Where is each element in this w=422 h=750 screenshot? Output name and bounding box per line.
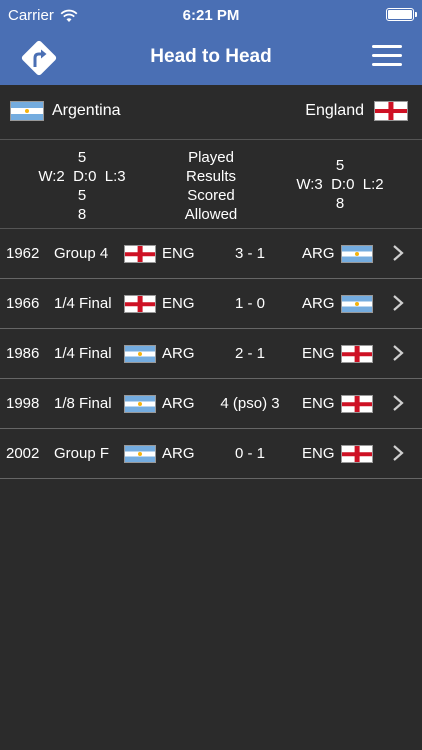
match-round: 1/8 Final bbox=[54, 395, 112, 412]
match-row[interactable]: 1966 1/4 Final ENG 1 - 0 ARG bbox=[0, 279, 422, 329]
stat-labels: Played Results Scored Allowed bbox=[150, 148, 272, 224]
team-right-name: England bbox=[305, 102, 364, 119]
label-allowed: Allowed bbox=[184, 206, 238, 223]
match-score: 4 (pso) 3 bbox=[220, 395, 280, 412]
match-row[interactable]: 1962 Group 4 ENG 3 - 1 ARG bbox=[0, 229, 422, 279]
home-team: ARG bbox=[162, 395, 195, 412]
battery-fill bbox=[388, 10, 412, 19]
argentina-flag-icon bbox=[10, 101, 44, 121]
match-round: Group 4 bbox=[54, 245, 109, 262]
match-year: 1966 bbox=[6, 295, 40, 312]
match-round: 1/4 Final bbox=[54, 295, 112, 312]
hamburger-menu-icon[interactable] bbox=[372, 45, 402, 69]
argentina-flag-icon bbox=[341, 245, 373, 263]
away-team: ENG bbox=[302, 345, 335, 362]
match-round: Group F bbox=[54, 445, 110, 462]
away-team: ARG bbox=[302, 245, 335, 262]
match-year: 1962 bbox=[6, 245, 40, 262]
away-team: ENG bbox=[302, 395, 335, 412]
home-team: ENG bbox=[162, 245, 195, 262]
chevron-right-icon bbox=[393, 345, 404, 361]
chevron-right-icon bbox=[393, 395, 404, 411]
left-results: W:2 D:0 L:3 bbox=[38, 168, 126, 185]
left-scored: 5 bbox=[77, 187, 87, 204]
match-year: 1998 bbox=[6, 395, 40, 412]
match-score: 3 - 1 bbox=[234, 245, 265, 262]
match-score: 2 - 1 bbox=[234, 345, 265, 362]
match-year: 1986 bbox=[6, 345, 40, 362]
england-flag-icon bbox=[341, 445, 373, 463]
match-score: 1 - 0 bbox=[234, 295, 265, 312]
label-scored: Scored bbox=[187, 187, 235, 204]
home-team: ARG bbox=[162, 345, 195, 362]
argentina-flag-icon bbox=[341, 295, 373, 313]
status-bar: Carrier 6:21 PM bbox=[0, 0, 422, 30]
away-team: ENG bbox=[302, 445, 335, 462]
chevron-right-icon bbox=[393, 245, 404, 261]
home-team: ARG bbox=[162, 445, 195, 462]
navigation-bar: Head to Head bbox=[0, 30, 422, 85]
teams-header: Argentina England bbox=[0, 85, 422, 140]
team-left-name: Argentina bbox=[52, 102, 121, 119]
argentina-flag-icon bbox=[124, 345, 156, 363]
match-list: 1962 Group 4 ENG 3 - 1 ARG 1966 1/4 Fina… bbox=[0, 229, 422, 479]
england-flag-icon bbox=[124, 245, 156, 263]
chevron-right-icon bbox=[393, 445, 404, 461]
right-allowed: 8 bbox=[335, 195, 345, 212]
right-team-stats: 5 W:3 D:0 L:2 8 bbox=[280, 156, 400, 213]
clock: 6:21 PM bbox=[182, 7, 240, 24]
home-team: ENG bbox=[162, 295, 195, 312]
england-flag-icon bbox=[341, 345, 373, 363]
right-played: 5 bbox=[335, 157, 345, 174]
match-round: 1/4 Final bbox=[54, 345, 112, 362]
left-played: 5 bbox=[77, 149, 87, 166]
team-left: Argentina bbox=[10, 101, 121, 121]
match-score: 0 - 1 bbox=[234, 445, 265, 462]
battery-icon bbox=[386, 8, 417, 21]
match-row[interactable]: 1998 1/8 Final ARG 4 (pso) 3 ENG bbox=[0, 379, 422, 429]
england-flag-icon bbox=[124, 295, 156, 313]
label-played: Played bbox=[188, 149, 234, 166]
argentina-flag-icon bbox=[124, 445, 156, 463]
team-right: England bbox=[305, 101, 408, 121]
argentina-flag-icon bbox=[124, 395, 156, 413]
left-allowed: 8 bbox=[77, 206, 87, 223]
summary-stats: 5 W:2 D:0 L:3 5 8 Played Results Scored … bbox=[0, 140, 422, 229]
england-flag-icon bbox=[341, 395, 373, 413]
left-team-stats: 5 W:2 D:0 L:3 5 8 bbox=[22, 148, 142, 224]
match-year: 2002 bbox=[6, 445, 40, 462]
label-results: Results bbox=[185, 168, 237, 185]
chevron-right-icon bbox=[393, 295, 404, 311]
match-row[interactable]: 2002 Group F ARG 0 - 1 ENG bbox=[0, 429, 422, 479]
right-results: W:3 D:0 L:2 bbox=[296, 176, 384, 193]
match-row[interactable]: 1986 1/4 Final ARG 2 - 1 ENG bbox=[0, 329, 422, 379]
england-flag-icon bbox=[374, 101, 408, 121]
page-title: Head to Head bbox=[150, 46, 272, 67]
away-team: ARG bbox=[302, 295, 335, 312]
